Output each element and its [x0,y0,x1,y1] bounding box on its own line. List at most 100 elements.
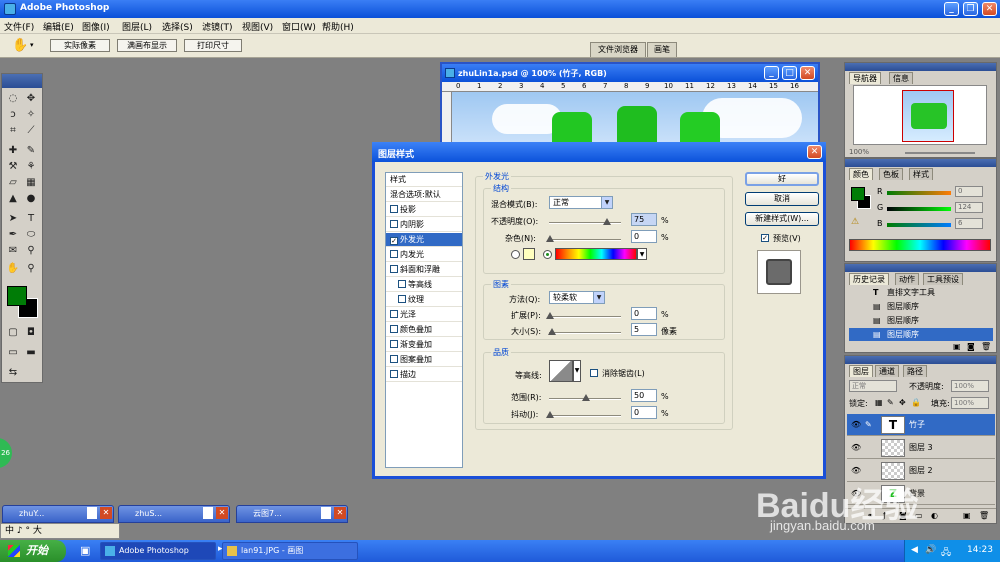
navigator-zoom-value[interactable]: 100% [849,148,869,156]
screen-mode-standard-icon[interactable]: ▭ [5,346,21,360]
checkbox[interactable] [390,370,398,378]
lock-all-icon[interactable]: 🔒 [911,398,921,407]
checkbox[interactable] [398,280,406,288]
minimize-button[interactable]: _ [944,2,959,16]
minimized-doc[interactable]: zhuY... ✕ [2,505,114,523]
path-selection-tool-icon[interactable]: ➤ [5,212,21,226]
menu-help[interactable]: 帮助(H) [322,20,354,33]
menu-layer[interactable]: 图层(L) [122,20,152,33]
style-item-inner-shadow[interactable]: 内阴影 [386,218,462,232]
document-close-button[interactable]: ✕ [800,66,815,80]
hand-tool-icon[interactable]: ✋ [12,38,28,53]
jitter-input[interactable]: 0 [631,406,657,419]
tab-layers[interactable]: 图层 [849,365,873,377]
lock-image-icon[interactable]: ✎ [887,398,894,407]
checkbox[interactable] [390,205,398,213]
checkbox[interactable] [390,220,398,228]
jitter-slider[interactable] [546,411,621,418]
eye-icon[interactable]: 👁 [851,414,861,436]
foreground-color-swatch[interactable] [7,286,27,306]
close-button[interactable]: ✕ [100,507,112,519]
restore-button[interactable]: ❐ [963,2,978,16]
jump-to-imageready-icon[interactable]: ⇆ [5,366,21,380]
range-slider[interactable] [549,394,621,401]
style-item-bevel-emboss[interactable]: 斜面和浮雕 [386,263,462,277]
menu-select[interactable]: 选择(S) [162,20,193,33]
tab-history[interactable]: 历史记录 [849,273,889,285]
g-input[interactable]: 124 [955,202,983,213]
tab-file-browser[interactable]: 文件浏览器 [590,42,646,57]
document-title-bar[interactable]: zhuLin1a.psd @ 100% (竹子, RGB) _ □ ✕ [442,64,818,82]
solid-color-radio[interactable] [511,250,520,259]
style-item-outer-glow[interactable]: ✓ 外发光 [386,233,462,247]
close-button[interactable]: ✕ [982,2,997,16]
tab-channels[interactable]: 通道 [875,365,899,377]
eraser-tool-icon[interactable]: ▱ [5,176,21,190]
restore-button[interactable] [203,507,213,519]
floating-widget[interactable]: 26 [0,438,12,468]
history-brush-tool-icon[interactable]: ⚘ [23,160,39,174]
checkbox-checked[interactable]: ✓ [390,237,398,245]
size-input[interactable]: 5 [631,323,657,336]
minimized-doc[interactable]: zhuS... ✕ [118,505,230,523]
style-item-stroke[interactable]: 描边 [386,368,462,382]
range-input[interactable]: 50 [631,389,657,402]
magic-wand-tool-icon[interactable]: ✧ [23,108,39,122]
lasso-tool-icon[interactable]: ↄ [5,108,21,122]
close-button[interactable]: ✕ [334,507,346,519]
checkbox[interactable] [390,265,398,273]
blur-tool-icon[interactable]: ▲ [5,192,21,206]
ime-toolbar[interactable]: 中 ♪ ° 大 [0,523,120,539]
close-button[interactable]: ✕ [216,507,228,519]
technique-select[interactable]: 较柔软 ▼ [549,291,605,304]
brush-tool-icon[interactable]: ✎ [23,144,39,158]
panel-header[interactable] [845,63,996,71]
tab-paths[interactable]: 路径 [903,365,927,377]
standard-mode-icon[interactable]: ▢ [5,326,21,340]
new-layer-icon[interactable]: ▣ [963,511,971,520]
taskbar-item-photoshop[interactable]: Adobe Photoshop [100,542,216,560]
eyedropper-tool-icon[interactable]: ⚲ [23,244,39,258]
checkbox[interactable] [390,355,398,363]
menu-window[interactable]: 窗口(W) [282,20,316,33]
style-item-inner-glow[interactable]: 内发光 [386,248,462,262]
preview-checkbox[interactable]: ✓ [761,234,769,242]
navigator-zoom-slider[interactable] [905,152,975,154]
layer-opacity-input[interactable]: 100% [951,380,989,392]
slider-thumb[interactable] [546,312,554,319]
type-tool-icon[interactable]: T [23,212,39,226]
panel-header[interactable] [845,264,996,272]
new-document-from-state-icon[interactable]: ▣ [953,342,961,351]
blend-mode-select[interactable]: 正常 ▼ [549,196,613,209]
slider-thumb[interactable] [546,411,554,418]
slider-thumb[interactable] [582,394,590,401]
tab-styles[interactable]: 样式 [909,168,933,180]
glow-color-swatch[interactable] [523,248,535,260]
panel-header[interactable] [845,356,996,364]
style-item-texture[interactable]: 纹理 [386,293,462,307]
tab-actions[interactable]: 动作 [895,273,919,285]
hand-tool-icon-toolbox[interactable]: ✋ [5,262,21,276]
gradient-tool-icon[interactable]: ▦ [23,176,39,190]
checkbox[interactable] [390,340,398,348]
pen-tool-icon[interactable]: ✒ [5,228,21,242]
volume-icon[interactable]: 🔊 [925,545,936,555]
create-snapshot-icon[interactable]: ◙ [967,342,975,351]
clone-stamp-tool-icon[interactable]: ⚒ [5,160,21,174]
screen-mode-full-icon[interactable]: ▬ [23,346,39,360]
warning-icon[interactable]: ⚠ [851,217,859,227]
history-item[interactable]: ▤ 图层顺序 [849,300,993,313]
move-tool-icon[interactable]: ✥ [23,92,39,106]
r-input[interactable]: 0 [955,186,983,197]
minimized-doc[interactable]: 云图7... ✕ [236,505,348,523]
history-item[interactable]: ▤ 图层顺序 [849,314,993,327]
lock-transparency-icon[interactable]: ▦ [875,398,883,407]
gradient-dropdown-icon[interactable]: ▼ [637,248,647,260]
b-input[interactable]: 6 [955,218,983,229]
style-item-drop-shadow[interactable]: 投影 [386,203,462,217]
fit-on-screen-button[interactable]: 满画布显示 [117,39,177,52]
glow-gradient-picker[interactable] [555,248,637,260]
style-item-pattern-overlay[interactable]: 图案叠加 [386,353,462,367]
healing-brush-tool-icon[interactable]: ✚ [5,144,21,158]
layer-row[interactable]: 👁 ✎ T 竹子 [847,414,995,436]
